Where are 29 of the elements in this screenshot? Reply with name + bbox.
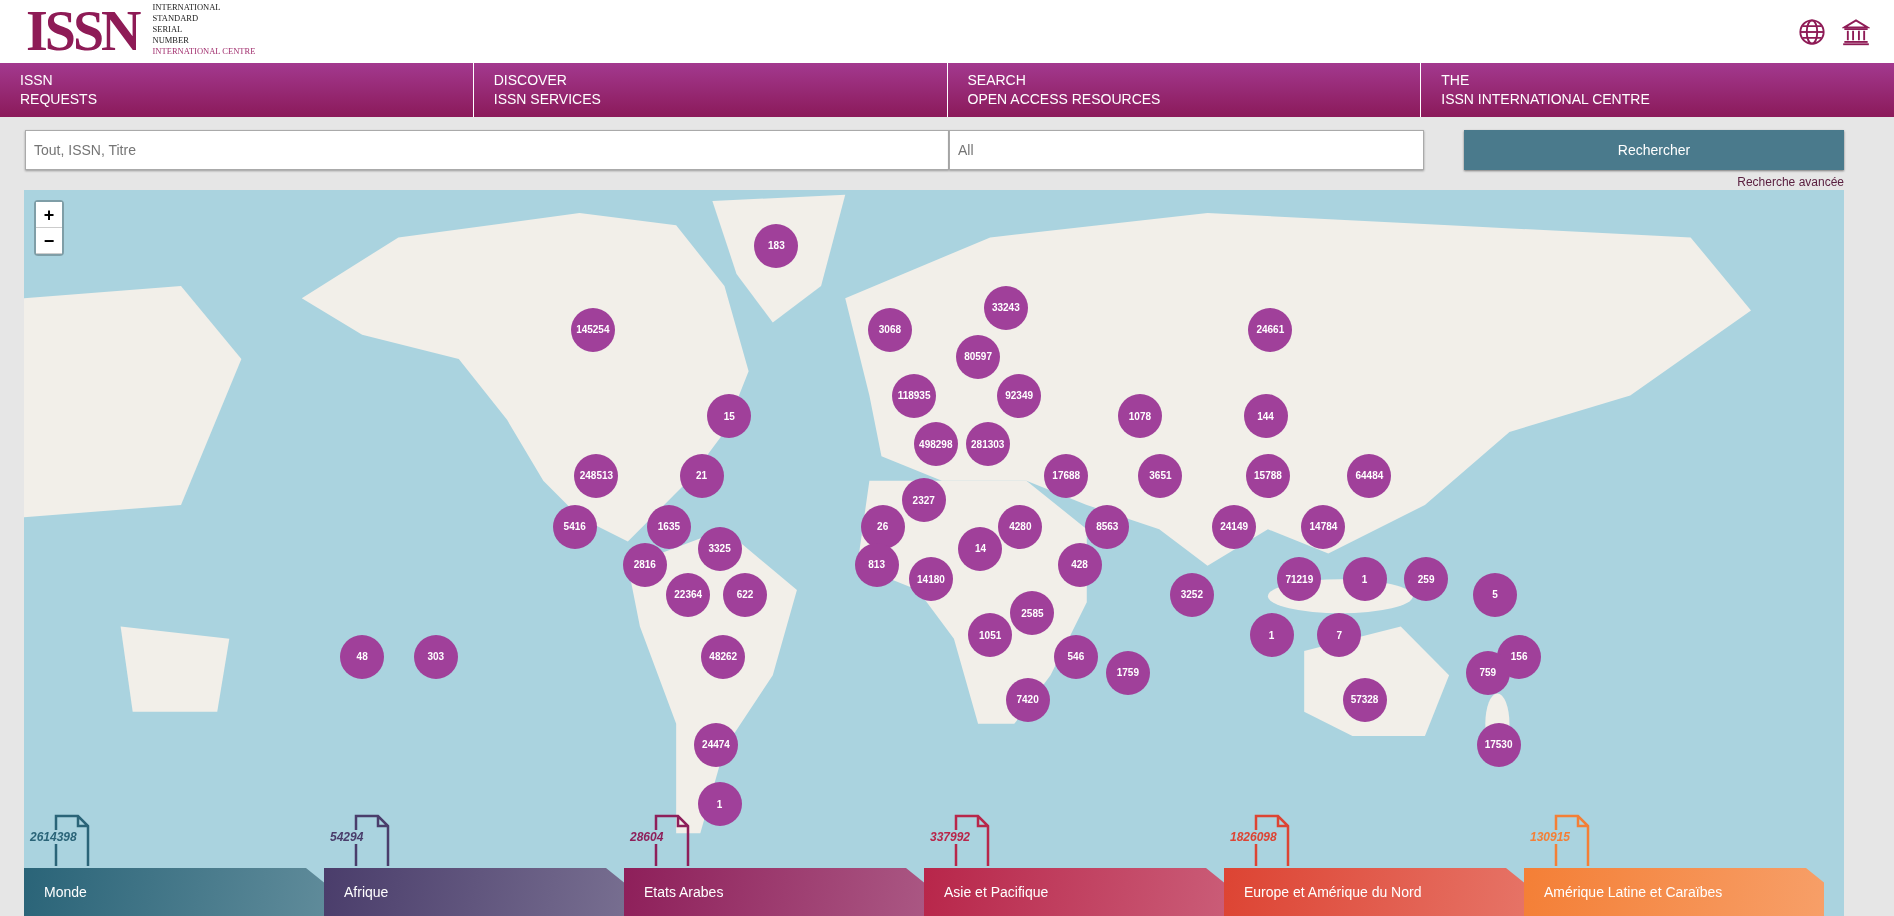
search-button[interactable]: Rechercher [1464, 130, 1844, 170]
nav-link[interactable]: DISCOVER ISSN SERVICES [472, 63, 947, 117]
nav-link[interactable]: SEARCH OPEN ACCESS RESOURCES [946, 63, 1421, 117]
region-count: 28604 [630, 830, 664, 844]
zoom-in-button[interactable]: + [36, 202, 62, 228]
region-tab[interactable]: Europe et Amérique du Nord [1224, 868, 1524, 916]
region-tab[interactable]: Monde [24, 868, 324, 916]
logo-text: NUMBER [152, 35, 190, 46]
logo-text: SERIAL [152, 24, 184, 35]
region-count: 337992 [930, 830, 971, 844]
region-count: 2614398 [30, 830, 77, 844]
region-tab[interactable]: Etats Arabes [624, 868, 924, 916]
advanced-search-link[interactable]: Recherche avancée [1737, 174, 1844, 190]
nav-link[interactable]: THE ISSN INTERNATIONAL CENTRE [1420, 63, 1894, 117]
logo-mark[interactable]: ISSN [26, 5, 139, 57]
globe-icon[interactable] [1798, 17, 1826, 46]
filter-field[interactable]: All [949, 130, 1424, 170]
logo-text: STANDARD [152, 13, 200, 24]
region-tab[interactable]: Asie et Pacifique [924, 868, 1224, 916]
search-field[interactable]: Tout, ISSN, Titre [25, 130, 949, 170]
nav-link[interactable]: ISSN REQUESTS [0, 63, 473, 117]
institution-icon[interactable] [1842, 17, 1870, 46]
logo-text: INTERNATIONAL [152, 2, 222, 13]
region-count: 1826098 [1230, 830, 1277, 844]
region-count: 54294 [330, 830, 364, 844]
logo-text: INTERNATIONAL CENTRE [152, 46, 256, 57]
region-tab[interactable]: Afrique [324, 868, 624, 916]
region-count: 130915 [1530, 830, 1571, 844]
zoom-out-button[interactable]: − [36, 228, 62, 254]
